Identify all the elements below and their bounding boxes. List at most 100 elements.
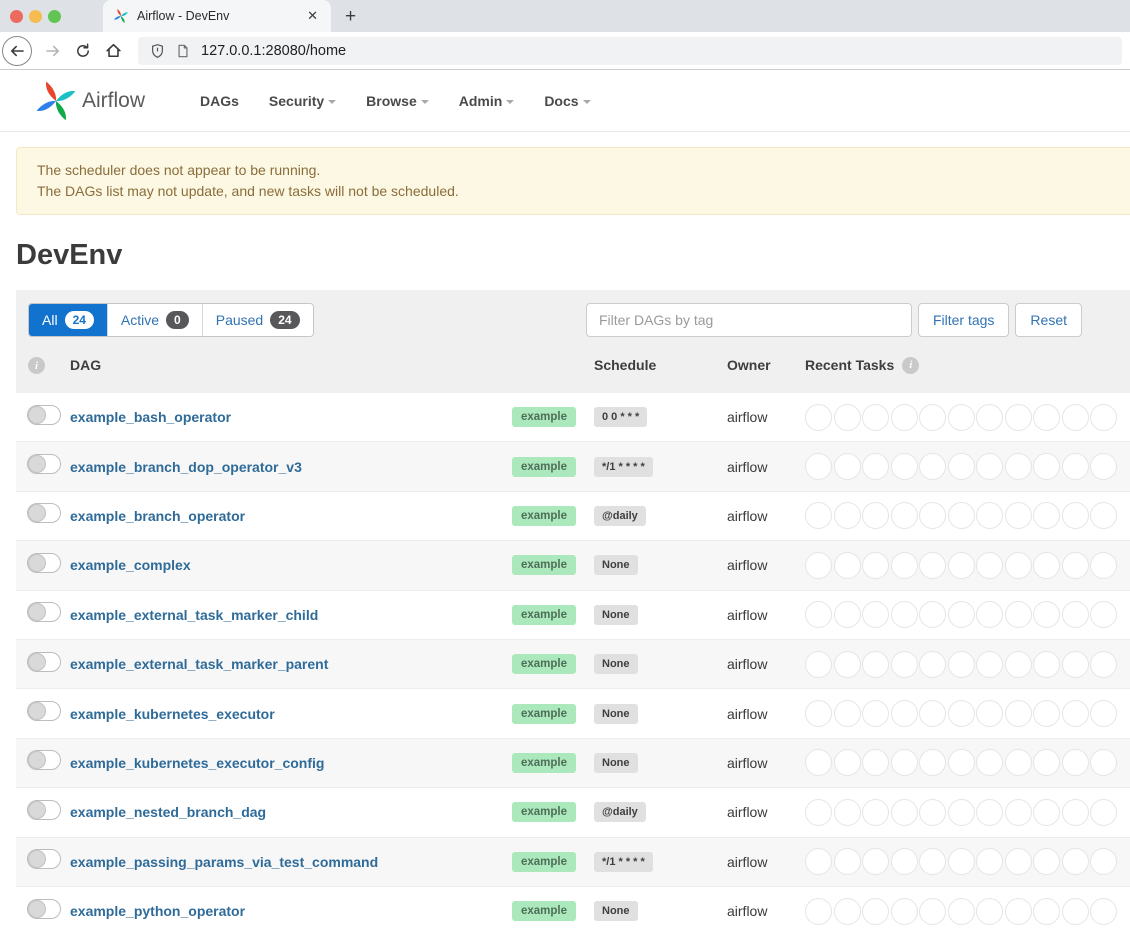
task-state-circle[interactable] <box>1062 453 1089 480</box>
task-state-circle[interactable] <box>919 749 946 776</box>
task-state-circle[interactable] <box>1090 601 1117 628</box>
task-state-circle[interactable] <box>1062 799 1089 826</box>
task-state-circle[interactable] <box>976 799 1003 826</box>
task-state-circle[interactable] <box>919 502 946 529</box>
task-state-circle[interactable] <box>834 453 861 480</box>
task-state-circle[interactable] <box>948 848 975 875</box>
task-state-circle[interactable] <box>1005 404 1032 431</box>
task-state-circle[interactable] <box>948 552 975 579</box>
url-bar[interactable]: 127.0.0.1:28080/home <box>138 37 1122 65</box>
task-state-circle[interactable] <box>805 651 832 678</box>
task-state-circle[interactable] <box>805 601 832 628</box>
task-state-circle[interactable] <box>948 453 975 480</box>
task-state-circle[interactable] <box>1005 601 1032 628</box>
task-state-circle[interactable] <box>891 898 918 925</box>
shield-icon[interactable] <box>150 43 165 59</box>
task-state-circle[interactable] <box>1090 552 1117 579</box>
task-state-circle[interactable] <box>805 799 832 826</box>
task-state-circle[interactable] <box>948 898 975 925</box>
task-state-circle[interactable] <box>1090 898 1117 925</box>
task-state-circle[interactable] <box>1090 749 1117 776</box>
task-state-circle[interactable] <box>891 799 918 826</box>
dag-tag-badge[interactable]: example <box>512 457 576 477</box>
dag-pause-toggle[interactable] <box>27 652 61 672</box>
dag-pause-toggle[interactable] <box>27 750 61 770</box>
task-state-circle[interactable] <box>919 898 946 925</box>
task-state-circle[interactable] <box>919 848 946 875</box>
task-state-circle[interactable] <box>919 601 946 628</box>
task-state-circle[interactable] <box>948 404 975 431</box>
task-state-circle[interactable] <box>834 898 861 925</box>
task-state-circle[interactable] <box>805 848 832 875</box>
task-state-circle[interactable] <box>1005 651 1032 678</box>
task-state-circle[interactable] <box>1005 700 1032 727</box>
task-state-circle[interactable] <box>1090 651 1117 678</box>
task-state-circle[interactable] <box>1090 848 1117 875</box>
task-state-circle[interactable] <box>1033 651 1060 678</box>
dag-link[interactable]: example_nested_branch_dag <box>70 804 266 820</box>
task-state-circle[interactable] <box>1090 799 1117 826</box>
task-state-circle[interactable] <box>834 601 861 628</box>
reset-button[interactable]: Reset <box>1015 303 1082 337</box>
task-state-circle[interactable] <box>1033 502 1060 529</box>
task-state-circle[interactable] <box>805 898 832 925</box>
filter-tab-all[interactable]: All 24 <box>29 304 108 336</box>
dag-pause-toggle[interactable] <box>27 800 61 820</box>
dag-link[interactable]: example_python_operator <box>70 903 245 919</box>
dag-tag-badge[interactable]: example <box>512 654 576 674</box>
nav-item-admin[interactable]: Admin <box>444 93 530 109</box>
task-state-circle[interactable] <box>1033 601 1060 628</box>
task-state-circle[interactable] <box>862 601 889 628</box>
task-state-circle[interactable] <box>862 700 889 727</box>
task-state-circle[interactable] <box>948 502 975 529</box>
task-state-circle[interactable] <box>1033 848 1060 875</box>
task-state-circle[interactable] <box>976 700 1003 727</box>
dag-pause-toggle[interactable] <box>27 849 61 869</box>
dag-tag-badge[interactable]: example <box>512 506 576 526</box>
dag-link[interactable]: example_external_task_marker_child <box>70 607 318 623</box>
nav-item-docs[interactable]: Docs <box>529 93 605 109</box>
task-state-circle[interactable] <box>834 848 861 875</box>
task-state-circle[interactable] <box>919 799 946 826</box>
dag-tag-search-input[interactable] <box>586 303 912 337</box>
task-state-circle[interactable] <box>919 552 946 579</box>
task-state-circle[interactable] <box>976 552 1003 579</box>
dag-pause-toggle[interactable] <box>27 454 61 474</box>
task-state-circle[interactable] <box>862 898 889 925</box>
dag-link[interactable]: example_kubernetes_executor_config <box>70 755 324 771</box>
task-state-circle[interactable] <box>862 799 889 826</box>
task-state-circle[interactable] <box>891 502 918 529</box>
dag-link[interactable]: example_external_task_marker_parent <box>70 656 328 672</box>
task-state-circle[interactable] <box>976 898 1003 925</box>
dag-pause-toggle[interactable] <box>27 553 61 573</box>
task-state-circle[interactable] <box>1005 848 1032 875</box>
task-state-circle[interactable] <box>1005 552 1032 579</box>
nav-item-browse[interactable]: Browse <box>351 93 444 109</box>
dag-link[interactable]: example_branch_operator <box>70 508 245 524</box>
task-state-circle[interactable] <box>1033 700 1060 727</box>
task-state-circle[interactable] <box>1005 749 1032 776</box>
task-state-circle[interactable] <box>891 601 918 628</box>
task-state-circle[interactable] <box>976 848 1003 875</box>
task-state-circle[interactable] <box>834 404 861 431</box>
nav-item-security[interactable]: Security <box>254 93 351 109</box>
task-state-circle[interactable] <box>834 799 861 826</box>
dag-link[interactable]: example_complex <box>70 557 191 573</box>
task-state-circle[interactable] <box>948 700 975 727</box>
task-state-circle[interactable] <box>1090 453 1117 480</box>
airflow-brand[interactable]: Airflow <box>34 79 145 123</box>
task-state-circle[interactable] <box>976 651 1003 678</box>
task-state-circle[interactable] <box>891 848 918 875</box>
task-state-circle[interactable] <box>1062 898 1089 925</box>
task-state-circle[interactable] <box>1033 799 1060 826</box>
dag-pause-toggle[interactable] <box>27 701 61 721</box>
minimize-window-button[interactable] <box>29 10 42 23</box>
task-state-circle[interactable] <box>862 651 889 678</box>
dag-tag-badge[interactable]: example <box>512 802 576 822</box>
task-state-circle[interactable] <box>976 404 1003 431</box>
task-state-circle[interactable] <box>919 404 946 431</box>
browser-tab[interactable]: Airflow - DevEnv ✕ <box>103 0 331 32</box>
task-state-circle[interactable] <box>805 404 832 431</box>
task-state-circle[interactable] <box>891 651 918 678</box>
task-state-circle[interactable] <box>948 749 975 776</box>
